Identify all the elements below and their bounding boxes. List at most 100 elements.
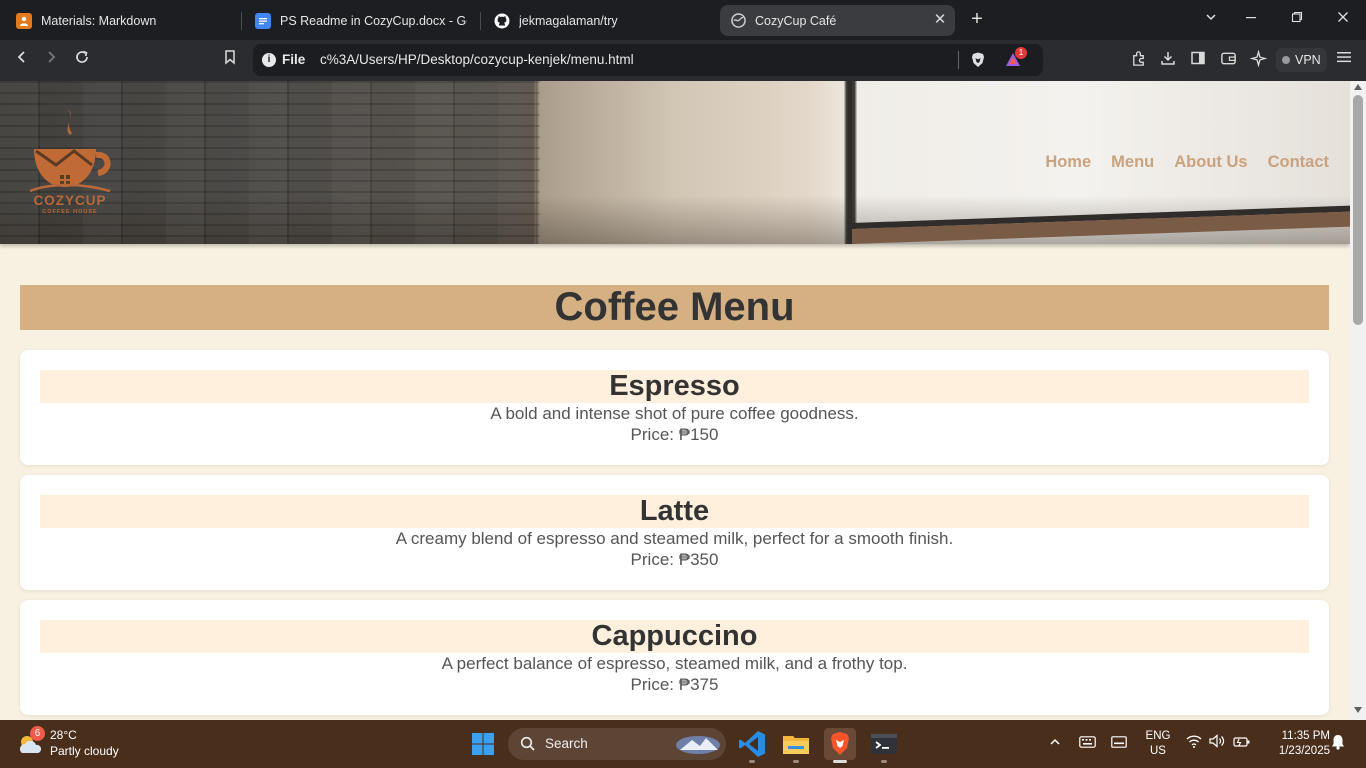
url-text[interactable]: c%3A/Users/HP/Desktop/cozycup-kenjek/men… [320, 52, 634, 67]
info-icon[interactable]: i [262, 53, 276, 67]
url-scheme: File [282, 52, 306, 67]
menu-item-espresso: Espresso A bold and intense shot of pure… [20, 350, 1329, 465]
site-logo[interactable]: COZYCUP COFFEE HOUSE [26, 105, 118, 217]
page-scrollbar[interactable] [1350, 81, 1366, 720]
page-viewport: COZYCUP COFFEE HOUSE Home Menu About Us … [0, 81, 1350, 720]
menu-item-name: Latte [40, 495, 1309, 528]
menu-item-price: Price: ₱375 [630, 675, 719, 694]
tab-strip: Materials: Markdown PS Readme in CozyCup… [0, 0, 1366, 40]
windows-taskbar: 6 28°C Partly cloudy Search ENG US 11:35… [0, 720, 1366, 768]
menu-item-price: Price: ₱150 [630, 425, 719, 444]
leo-ai-icon[interactable] [1248, 49, 1268, 70]
rewards-badge: 1 [1015, 47, 1027, 59]
terminal-icon [871, 734, 897, 754]
picture-frame-edge [848, 81, 852, 244]
menu-item-latte: Latte A creamy blend of espresso and ste… [20, 475, 1329, 590]
brave-icon [824, 728, 856, 760]
minimize-button[interactable] [1240, 8, 1262, 30]
logo-sub-text: COFFEE HOUSE [42, 209, 98, 215]
vscode-icon [739, 731, 765, 757]
coffee-cup-logo-icon [29, 109, 111, 193]
pen-touch-icon[interactable] [1109, 734, 1129, 754]
scroll-up-arrow-icon[interactable] [1354, 84, 1362, 90]
omnibox-divider [958, 51, 959, 69]
search-highlight-icon [676, 736, 720, 754]
nav-link-home[interactable]: Home [1045, 153, 1091, 172]
github-icon [494, 13, 510, 29]
extensions-icon[interactable] [1128, 50, 1148, 70]
menu-item-cappuccino: Cappuccino A perfect balance of espresso… [20, 600, 1329, 715]
vpn-button[interactable]: VPN [1276, 48, 1327, 72]
notification-bell-icon[interactable] [1328, 734, 1348, 754]
reload-button[interactable] [71, 49, 93, 71]
keyboard-icon[interactable] [1077, 734, 1097, 754]
page-title: Coffee Menu [20, 285, 1329, 330]
back-button[interactable] [11, 49, 33, 71]
nav-link-contact[interactable]: Contact [1268, 153, 1329, 172]
menu-icon[interactable] [1334, 50, 1354, 70]
nav-link-menu[interactable]: Menu [1111, 153, 1154, 172]
menu-item-description: A bold and intense shot of pure coffee g… [490, 404, 859, 423]
battery-icon[interactable] [1232, 734, 1252, 754]
language-indicator[interactable]: ENG US [1143, 729, 1173, 759]
tab-separator [241, 12, 242, 30]
app-indicator [749, 760, 755, 763]
menu-item-price: Price: ₱350 [630, 550, 719, 569]
menu-item-name: Espresso [40, 370, 1309, 403]
wifi-icon[interactable] [1184, 734, 1204, 754]
show-hidden-icons-chevron-icon[interactable] [1045, 734, 1065, 754]
app-indicator [833, 760, 847, 763]
tab-cozycup[interactable]: CozyCup Café ✕ [720, 5, 955, 36]
wallet-icon[interactable] [1218, 50, 1238, 70]
file-explorer-icon [783, 736, 809, 754]
clock-time: 11:35 PM [1281, 730, 1330, 742]
brave-shields-icon[interactable] [969, 51, 987, 69]
search-label: Search [545, 736, 588, 751]
tab-label: CozyCup Café [755, 13, 837, 28]
site-nav: Home Menu About Us Contact [1045, 153, 1329, 172]
download-icon[interactable] [1158, 50, 1178, 70]
terminal-taskbar-app[interactable] [868, 728, 900, 763]
bookmark-icon[interactable] [219, 49, 241, 71]
school-icon [16, 12, 32, 29]
restore-button[interactable] [1286, 8, 1308, 30]
region-label: US [1150, 745, 1166, 757]
google-docs-icon [255, 12, 271, 29]
forward-button[interactable] [40, 49, 62, 71]
menu-item-name: Cappuccino [40, 620, 1309, 653]
tab-ps-readme[interactable]: PS Readme in CozyCup.docx - Goog [245, 5, 477, 36]
tab-search-chevron-icon[interactable] [1200, 8, 1222, 30]
brave-taskbar-app[interactable] [824, 728, 856, 763]
tab-label: PS Readme in CozyCup.docx - Goog [280, 13, 467, 28]
globe-icon [730, 13, 746, 29]
menu-item-description: A creamy blend of espresso and steamed m… [395, 529, 954, 548]
file-explorer-taskbar-app[interactable] [780, 728, 812, 763]
scroll-down-arrow-icon[interactable] [1354, 707, 1362, 713]
logo-brand-text: COZYCUP [33, 193, 107, 208]
weather-temp: 28°C [50, 728, 77, 742]
taskbar-search[interactable]: Search [508, 728, 726, 760]
volume-icon[interactable] [1207, 734, 1227, 754]
vpn-label: VPN [1295, 53, 1321, 67]
weather-badge: 6 [30, 726, 45, 741]
sidebar-icon[interactable] [1188, 50, 1208, 70]
tab-separator [480, 12, 481, 30]
app-indicator [793, 760, 799, 763]
weather-widget[interactable]: 6 28°C Partly cloudy [16, 726, 136, 761]
close-window-button[interactable] [1332, 8, 1354, 30]
new-tab-button[interactable]: + [966, 8, 988, 30]
language-label: ENG [1145, 730, 1171, 742]
vscode-taskbar-app[interactable] [736, 728, 768, 763]
close-tab-icon[interactable]: ✕ [933, 12, 947, 27]
vpn-status-icon [1282, 56, 1290, 64]
tab-label: jekmagalaman/try [519, 13, 618, 28]
search-icon [520, 736, 535, 751]
menu-item-description: A perfect balance of espresso, steamed m… [441, 654, 908, 673]
tab-materials[interactable]: Materials: Markdown [6, 5, 238, 36]
nav-link-about-us[interactable]: About Us [1174, 153, 1247, 172]
scrollbar-thumb[interactable] [1353, 95, 1363, 325]
address-bar[interactable]: i File c%3A/Users/HP/Desktop/cozycup-ken… [253, 44, 1043, 76]
start-button[interactable] [471, 732, 495, 756]
tab-github[interactable]: jekmagalaman/try [484, 5, 716, 36]
system-clock[interactable]: 11:35 PM 1/23/2025 [1260, 729, 1330, 759]
